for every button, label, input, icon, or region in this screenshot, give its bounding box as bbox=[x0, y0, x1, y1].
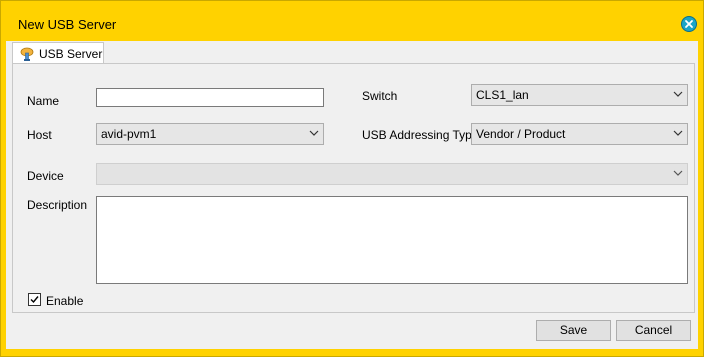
description-textarea[interactable] bbox=[96, 196, 688, 284]
chevron-down-icon bbox=[673, 91, 683, 97]
title-bar[interactable]: New USB Server bbox=[1, 1, 703, 41]
cancel-button[interactable]: Cancel bbox=[616, 320, 691, 341]
close-icon bbox=[685, 20, 693, 28]
name-input[interactable] bbox=[96, 88, 324, 107]
enable-label: Enable bbox=[46, 294, 84, 308]
switch-label: Switch bbox=[362, 89, 398, 103]
host-label: Host bbox=[27, 128, 52, 142]
dialog-window: New USB Server USB Server Name Switch CL… bbox=[0, 0, 704, 357]
save-button[interactable]: Save bbox=[536, 320, 611, 341]
window-title: New USB Server bbox=[18, 17, 117, 32]
tab-panel: Name Switch CLS1_lan Host avid-pvm1 USB … bbox=[12, 63, 695, 313]
host-value: avid-pvm1 bbox=[101, 127, 157, 141]
chevron-down-icon bbox=[673, 130, 683, 136]
chevron-down-icon bbox=[673, 170, 683, 176]
switch-value: CLS1_lan bbox=[476, 88, 529, 102]
tab-usb-server[interactable]: USB Server bbox=[12, 42, 104, 64]
host-select[interactable]: avid-pvm1 bbox=[96, 123, 324, 145]
tab-label: USB Server bbox=[39, 47, 103, 61]
switch-select[interactable]: CLS1_lan bbox=[471, 84, 688, 106]
device-select[interactable] bbox=[96, 163, 688, 185]
close-button[interactable] bbox=[681, 16, 697, 32]
usb-addressing-type-label: USB Addressing Type bbox=[362, 128, 479, 142]
usb-server-icon bbox=[20, 47, 34, 61]
device-label: Device bbox=[27, 169, 64, 183]
name-label: Name bbox=[27, 94, 60, 108]
usb-addressing-type-select[interactable]: Vendor / Product bbox=[471, 123, 688, 145]
enable-checkbox[interactable] bbox=[28, 293, 41, 306]
description-label: Description bbox=[27, 198, 88, 212]
dialog-body: USB Server Name Switch CLS1_lan Host avi… bbox=[6, 41, 698, 349]
check-icon bbox=[30, 296, 39, 304]
usb-addressing-type-value: Vendor / Product bbox=[476, 127, 566, 141]
chevron-down-icon bbox=[309, 130, 319, 136]
